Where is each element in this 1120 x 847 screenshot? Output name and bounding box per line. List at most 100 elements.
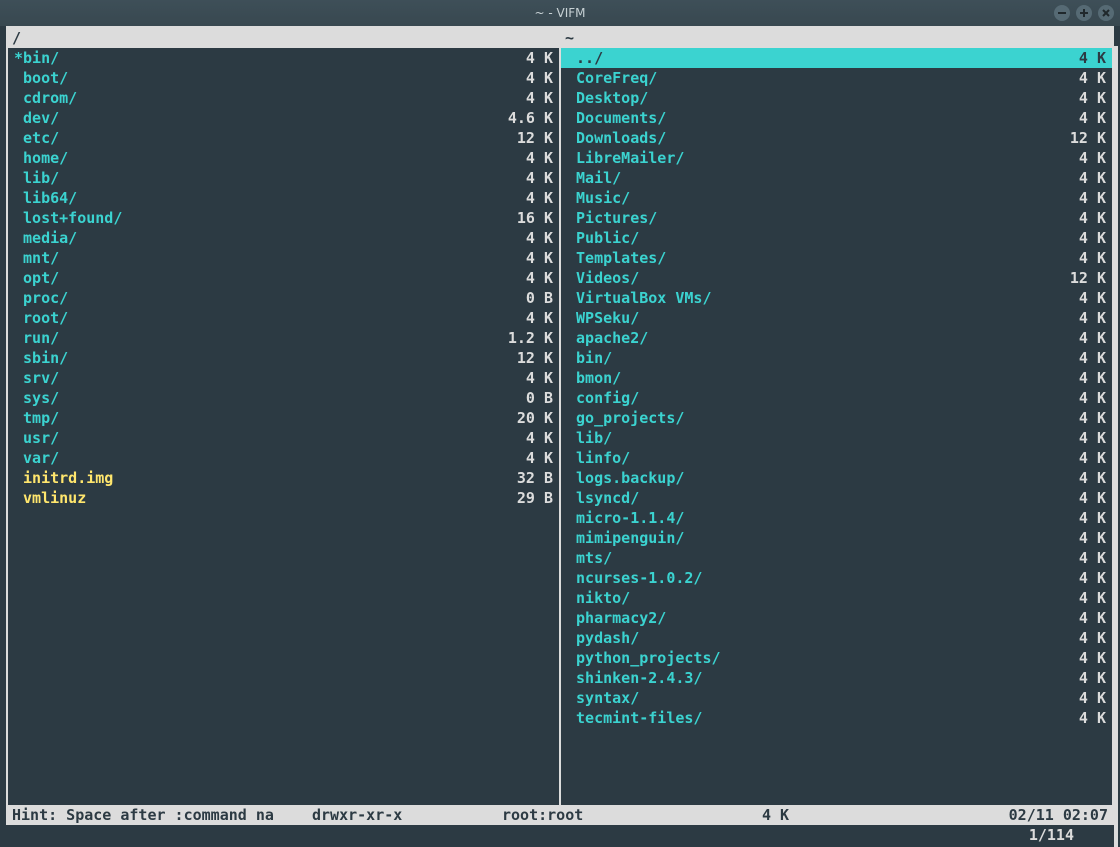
directory-entry: pydash/ (567, 628, 639, 648)
close-icon[interactable] (1098, 5, 1114, 21)
list-item[interactable]: logs.backup/ 4 K (561, 468, 1112, 488)
file-size: 4 K (1061, 608, 1106, 628)
list-item[interactable]: python_projects/ 4 K (561, 648, 1112, 668)
list-item[interactable]: Downloads/ 12 K (561, 128, 1112, 148)
list-item[interactable]: linfo/ 4 K (561, 448, 1112, 468)
directory-entry: Public/ (567, 228, 639, 248)
directory-entry: micro-1.1.4/ (567, 508, 684, 528)
list-item[interactable]: shinken-2.4.3/ 4 K (561, 668, 1112, 688)
list-item[interactable]: Documents/ 4 K (561, 108, 1112, 128)
list-item[interactable]: config/ 4 K (561, 388, 1112, 408)
list-item[interactable]: CoreFreq/ 4 K (561, 68, 1112, 88)
file-size: 16 K (508, 208, 553, 228)
list-item[interactable]: var/ 4 K (8, 448, 559, 468)
list-item[interactable]: mnt/ 4 K (8, 248, 559, 268)
list-item[interactable]: mts/ 4 K (561, 548, 1112, 568)
list-item[interactable]: usr/ 4 K (8, 428, 559, 448)
directory-entry: mimipenguin/ (567, 528, 684, 548)
directory-entry: sbin/ (14, 348, 68, 368)
list-item[interactable]: Public/ 4 K (561, 228, 1112, 248)
list-item[interactable]: lost+found/ 16 K (8, 208, 559, 228)
list-item[interactable]: bmon/ 4 K (561, 368, 1112, 388)
left-pane-path: / (8, 28, 559, 48)
list-item[interactable]: apache2/ 4 K (561, 328, 1112, 348)
file-size: 4 K (1061, 568, 1106, 588)
left-file-list[interactable]: *bin/ 4 K boot/ 4 K cdrom/ 4 K dev/4.6 K… (8, 48, 559, 805)
directory-entry: lib/ (14, 168, 59, 188)
directory-entry: media/ (14, 228, 77, 248)
list-item[interactable]: syntax/ 4 K (561, 688, 1112, 708)
minimize-icon[interactable] (1054, 5, 1070, 21)
list-item[interactable]: proc/ 0 B (8, 288, 559, 308)
file-size: 4 K (1061, 208, 1106, 228)
list-item[interactable]: nikto/ 4 K (561, 588, 1112, 608)
file-size: 0 B (508, 288, 553, 308)
list-item[interactable]: Videos/ 12 K (561, 268, 1112, 288)
right-pane[interactable]: ~ ../ 4 K CoreFreq/ 4 K Desktop/ 4 K Doc… (561, 28, 1112, 805)
directory-entry: Documents/ (567, 108, 666, 128)
file-size: 4 K (1061, 508, 1106, 528)
directory-entry: sys/ (14, 388, 59, 408)
directory-entry: Videos/ (567, 268, 639, 288)
file-size: 4 K (1061, 688, 1106, 708)
list-item[interactable]: lsyncd/ 4 K (561, 488, 1112, 508)
list-item[interactable]: initrd.img 32 B (8, 468, 559, 488)
list-item[interactable]: go_projects/ 4 K (561, 408, 1112, 428)
list-item[interactable]: lib64/ 4 K (8, 188, 559, 208)
list-item[interactable]: boot/ 4 K (8, 68, 559, 88)
list-item[interactable]: cdrom/ 4 K (8, 88, 559, 108)
file-size: 12 K (508, 348, 553, 368)
left-pane[interactable]: / *bin/ 4 K boot/ 4 K cdrom/ 4 K dev/4.6… (8, 28, 561, 805)
maximize-icon[interactable] (1076, 5, 1092, 21)
status-owner: root:root (502, 805, 762, 825)
list-item[interactable]: run/1.2 K (8, 328, 559, 348)
list-item[interactable]: opt/ 4 K (8, 268, 559, 288)
list-item[interactable]: Mail/ 4 K (561, 168, 1112, 188)
list-item[interactable]: pharmacy2/ 4 K (561, 608, 1112, 628)
list-item[interactable]: tmp/ 20 K (8, 408, 559, 428)
file-size: 4 K (508, 168, 553, 188)
list-item[interactable]: bin/ 4 K (561, 348, 1112, 368)
list-item[interactable]: dev/4.6 K (8, 108, 559, 128)
list-item[interactable]: lib/ 4 K (8, 168, 559, 188)
list-item[interactable]: Music/ 4 K (561, 188, 1112, 208)
list-item[interactable]: lib/ 4 K (561, 428, 1112, 448)
directory-entry: opt/ (14, 268, 59, 288)
list-item[interactable]: WPSeku/ 4 K (561, 308, 1112, 328)
list-item[interactable]: micro-1.1.4/ 4 K (561, 508, 1112, 528)
directory-entry: var/ (14, 448, 59, 468)
directory-entry: Mail/ (567, 168, 621, 188)
directory-entry: Pictures/ (567, 208, 657, 228)
list-item[interactable]: Desktop/ 4 K (561, 88, 1112, 108)
list-item[interactable]: pydash/ 4 K (561, 628, 1112, 648)
directory-entry: *bin/ (14, 48, 59, 68)
list-item[interactable]: ncurses-1.0.2/ 4 K (561, 568, 1112, 588)
scrollbar[interactable] (1114, 28, 1118, 847)
file-size: 0 B (508, 388, 553, 408)
list-item[interactable]: LibreMailer/ 4 K (561, 148, 1112, 168)
file-size: 4 K (508, 68, 553, 88)
list-item[interactable]: Pictures/ 4 K (561, 208, 1112, 228)
right-file-list[interactable]: ../ 4 K CoreFreq/ 4 K Desktop/ 4 K Docum… (561, 48, 1112, 805)
list-item[interactable]: etc/ 12 K (8, 128, 559, 148)
list-item[interactable]: sbin/ 12 K (8, 348, 559, 368)
list-item[interactable]: Templates/ 4 K (561, 248, 1112, 268)
list-item[interactable]: *bin/ 4 K (8, 48, 559, 68)
window-controls (1054, 5, 1114, 21)
list-item[interactable]: tecmint-files/ 4 K (561, 708, 1112, 728)
directory-entry: go_projects/ (567, 408, 684, 428)
list-item[interactable]: mimipenguin/ 4 K (561, 528, 1112, 548)
list-item[interactable]: root/ 4 K (8, 308, 559, 328)
list-item[interactable]: sys/ 0 B (8, 388, 559, 408)
list-item[interactable]: VirtualBox VMs/ 4 K (561, 288, 1112, 308)
position-bar: 1/114 (6, 825, 1114, 845)
list-item[interactable]: vmlinuz 29 B (8, 488, 559, 508)
list-item[interactable]: media/ 4 K (8, 228, 559, 248)
directory-entry: tmp/ (14, 408, 59, 428)
directory-entry: CoreFreq/ (567, 68, 657, 88)
directory-entry: logs.backup/ (567, 468, 684, 488)
list-item[interactable]: home/ 4 K (8, 148, 559, 168)
terminal[interactable]: / *bin/ 4 K boot/ 4 K cdrom/ 4 K dev/4.6… (0, 26, 1120, 847)
list-item[interactable]: srv/ 4 K (8, 368, 559, 388)
list-item[interactable]: ../ 4 K (561, 48, 1112, 68)
